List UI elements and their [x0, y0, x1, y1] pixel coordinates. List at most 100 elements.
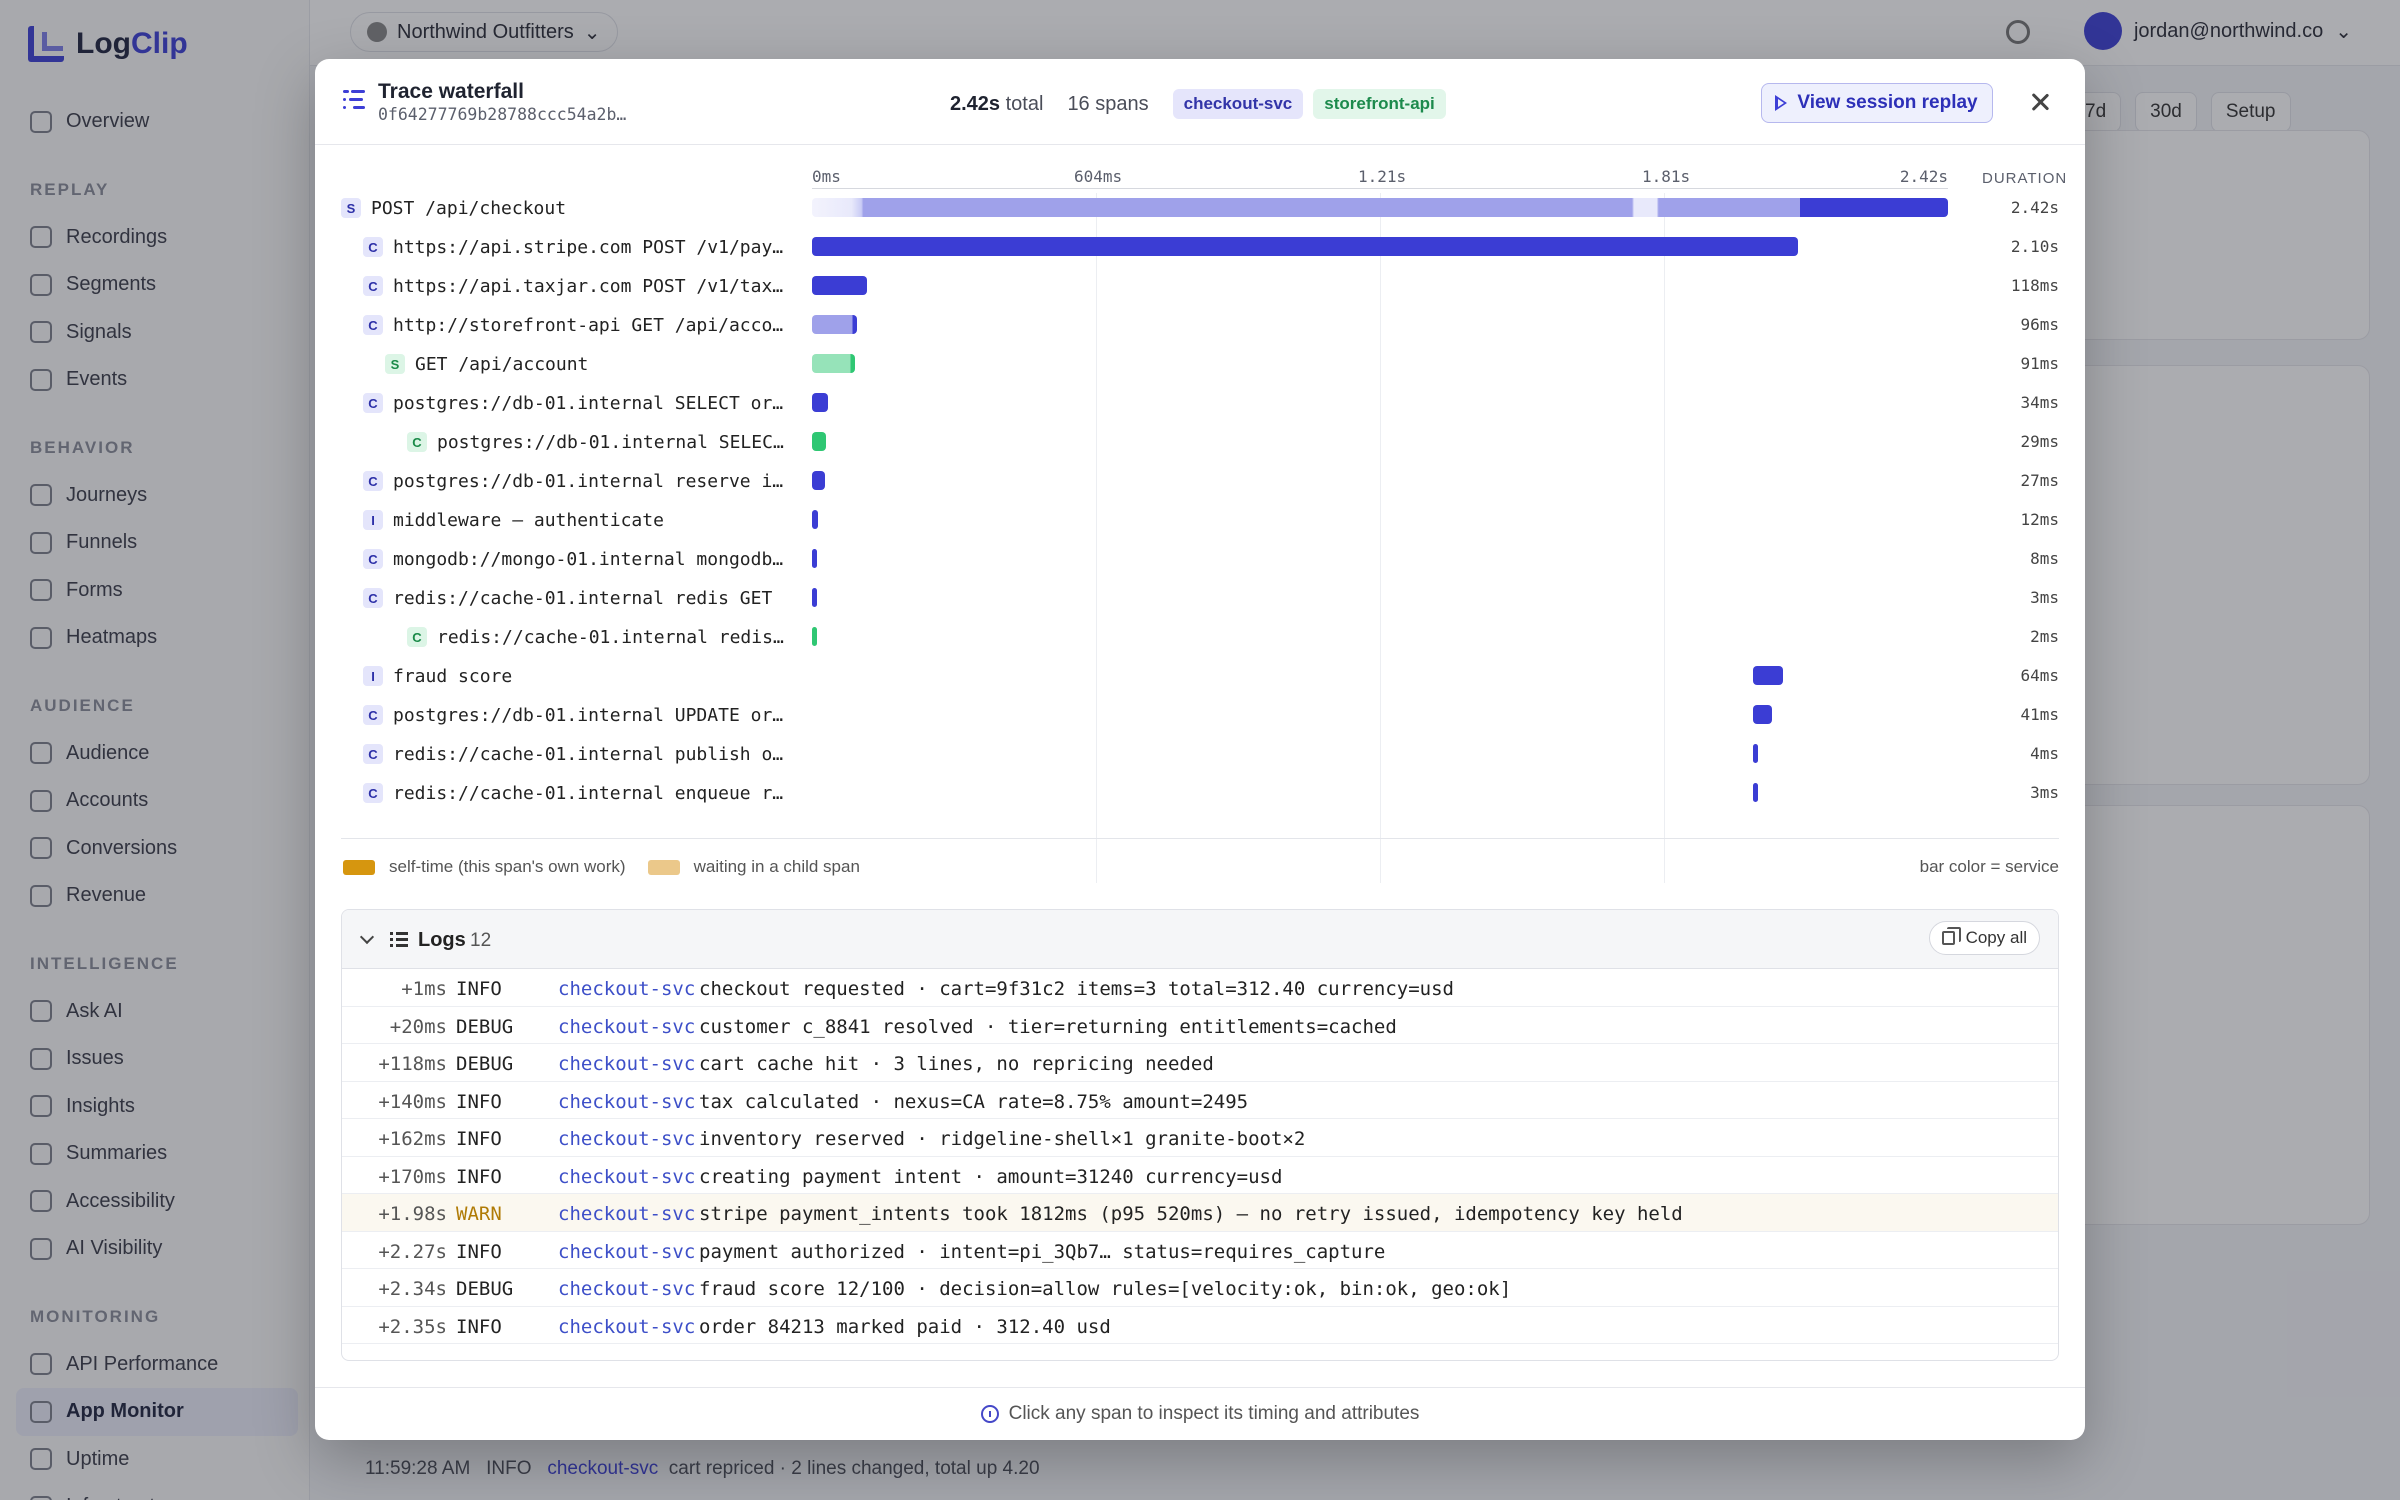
waterfall-legend: self-time (this span's own work) waiting… — [343, 857, 2059, 877]
log-level: DEBUG — [456, 1053, 514, 1075]
log-row[interactable]: +1ms INFO checkout-svc checkout requested ·… — [342, 969, 2058, 1007]
log-service[interactable]: checkout-svc — [558, 1203, 695, 1225]
span-name: redis://cache-01.internal publish orde… — [393, 743, 786, 765]
logs-icon — [390, 931, 408, 947]
log-row[interactable]: +2.34s DEBUG checkout-svc fraud score 12/10… — [342, 1269, 2058, 1307]
span-duration: 4ms — [2030, 744, 2059, 763]
span-kind-badge: S — [341, 198, 361, 218]
copy-all-button[interactable]: Copy all — [1928, 921, 2040, 955]
span-bar-waiting[interactable] — [812, 198, 1801, 217]
trace-stats: 2.42s total 16 spans checkout-svc storef… — [950, 89, 1446, 119]
log-service[interactable]: checkout-svc — [558, 1053, 695, 1075]
span-kind-badge: C — [363, 744, 383, 764]
span-kind-badge: I — [363, 666, 383, 686]
log-row[interactable]: +162ms INFO checkout-svc inventory reserved… — [342, 1119, 2058, 1157]
log-level: WARN — [456, 1203, 502, 1225]
log-row[interactable]: +118ms DEBUG checkout-svc cart cache hit · … — [342, 1044, 2058, 1082]
log-level: INFO — [456, 978, 502, 1000]
span-kind-badge: C — [363, 588, 383, 608]
span-label: Chttp://storefront-api GET /api/account — [363, 313, 786, 337]
span-row[interactable]: Cpostgres://db-01.internal SELECT c… 29ms — [341, 422, 2059, 461]
log-service[interactable]: checkout-svc — [558, 1316, 695, 1338]
log-time: +2.34s — [378, 1278, 447, 1300]
span-bar[interactable] — [812, 471, 825, 490]
span-label: Cmongodb://mongo-01.internal mongodb up… — [363, 547, 786, 571]
log-time: +1ms — [401, 978, 447, 1000]
span-name: postgres://db-01.internal SELECT orders — [393, 392, 786, 414]
log-row[interactable]: +140ms INFO checkout-svc tax calculated · n… — [342, 1082, 2058, 1119]
span-kind-badge: C — [363, 393, 383, 413]
span-bar[interactable] — [1753, 666, 1784, 685]
log-time: +2.27s — [378, 1240, 447, 1263]
log-time: +20ms — [389, 1015, 447, 1038]
logs-panel: Logs 12 Copy all +1ms INFO checkout-svc che… — [341, 909, 2059, 1361]
span-label: Chttps://api.stripe.com POST /v1/paymen… — [363, 235, 786, 259]
span-kind-badge: I — [363, 510, 383, 530]
log-time: +118ms — [378, 1053, 447, 1075]
span-duration: 2.10s — [2010, 237, 2059, 256]
log-service[interactable]: checkout-svc — [558, 1166, 695, 1188]
span-bar[interactable] — [1753, 705, 1773, 724]
span-bar[interactable] — [812, 627, 817, 646]
span-row[interactable]: Chttps://api.taxjar.com POST /v1/tax/ca…… — [341, 266, 2059, 305]
span-duration: 64ms — [2020, 666, 2059, 685]
span-bar[interactable] — [1753, 744, 1759, 763]
log-service[interactable]: checkout-svc — [558, 1091, 695, 1113]
button-label: View session replay — [1797, 92, 1978, 113]
trace-waterfall-modal: Trace waterfall 0f64277769b28788ccc54a2b… — [315, 59, 2085, 1440]
chevron-down-icon[interactable] — [359, 929, 375, 945]
span-row[interactable]: Chttps://api.stripe.com POST /v1/paymen…… — [341, 227, 2059, 266]
span-row[interactable]: Credis://cache-01.internal redis GET 2ms — [341, 617, 2059, 656]
log-message: creating payment intent · amount=31240 c… — [699, 1165, 1283, 1188]
span-row[interactable]: Imiddleware — authenticate 12ms — [341, 500, 2059, 539]
span-name: middleware — authenticate — [393, 509, 664, 531]
log-service[interactable]: checkout-svc — [558, 1128, 695, 1150]
span-duration: 3ms — [2030, 783, 2059, 802]
span-bar-self[interactable] — [1800, 198, 1948, 217]
span-row[interactable]: Cmongodb://mongo-01.internal mongodb up…… — [341, 539, 2059, 578]
log-level: INFO — [456, 1315, 502, 1338]
span-row[interactable]: Credis://cache-01.internal enqueue rece…… — [341, 773, 2059, 812]
span-bar[interactable] — [812, 276, 868, 295]
log-message: fraud score 12/100 · decision=allow rule… — [699, 1278, 1512, 1300]
span-row[interactable]: S GET /api/account 91ms — [341, 344, 2059, 383]
span-row[interactable]: Chttp://storefront-api GET /api/account 9… — [341, 305, 2059, 344]
close-icon[interactable] — [2027, 89, 2053, 115]
logs-header[interactable]: Logs 12 Copy all — [342, 910, 2058, 969]
span-bar[interactable] — [812, 588, 817, 607]
span-row[interactable]: S POST /api/checkout 2.42s — [341, 188, 2059, 227]
span-bar[interactable] — [812, 237, 1798, 256]
view-session-replay-button[interactable]: View session replay — [1761, 83, 1993, 123]
span-row[interactable]: Cpostgres://db-01.internal reserve inve…… — [341, 461, 2059, 500]
log-row[interactable]: +20ms DEBUG checkout-svc customer c_8841 re… — [342, 1007, 2058, 1044]
log-row[interactable]: +2.27s INFO checkout-svc payment authorized… — [342, 1232, 2058, 1269]
span-bar[interactable] — [812, 510, 818, 529]
waterfall-icon — [343, 90, 365, 110]
span-bar[interactable] — [1753, 783, 1759, 802]
log-row[interactable]: +170ms INFO checkout-svc creating payment i… — [342, 1157, 2058, 1194]
span-row[interactable]: Credis://cache-01.internal redis GET 3ms — [341, 578, 2059, 617]
span-row[interactable]: Credis://cache-01.internal publish orde…… — [341, 734, 2059, 773]
trace-id[interactable]: 0f64277769b28788ccc54a2b… — [378, 105, 626, 124]
log-service[interactable]: checkout-svc — [558, 978, 695, 1000]
span-bar[interactable] — [812, 393, 828, 412]
span-row[interactable]: Cpostgres://db-01.internal SELECT orders… — [341, 383, 2059, 422]
span-row[interactable]: Cpostgres://db-01.internal UPDATE orders… — [341, 695, 2059, 734]
span-label: Cpostgres://db-01.internal UPDATE orders — [363, 703, 786, 727]
log-row[interactable]: +2.35s INFO checkout-svc order 84213 marked… — [342, 1307, 2058, 1344]
span-name: mongodb://mongo-01.internal mongodb up… — [393, 548, 786, 570]
span-bar[interactable] — [812, 549, 817, 568]
log-service[interactable]: checkout-svc — [558, 1278, 695, 1300]
log-service[interactable]: checkout-svc — [558, 1241, 695, 1263]
span-label: Ifraud score — [363, 664, 786, 688]
logs-title: Logs — [418, 929, 466, 951]
span-name: https://api.stripe.com POST /v1/paymen… — [393, 236, 786, 258]
span-bar[interactable] — [812, 315, 858, 334]
span-row[interactable]: Ifraud score 64ms — [341, 656, 2059, 695]
log-row[interactable]: +1.98s WARN checkout-svc stripe payment_int… — [342, 1194, 2058, 1232]
log-service[interactable]: checkout-svc — [558, 1016, 695, 1038]
span-bar[interactable] — [812, 354, 855, 373]
span-bar[interactable] — [812, 432, 826, 451]
span-label: Credis://cache-01.internal redis GET — [363, 586, 786, 610]
log-message: customer c_8841 resolved · tier=returnin… — [699, 1015, 1397, 1038]
